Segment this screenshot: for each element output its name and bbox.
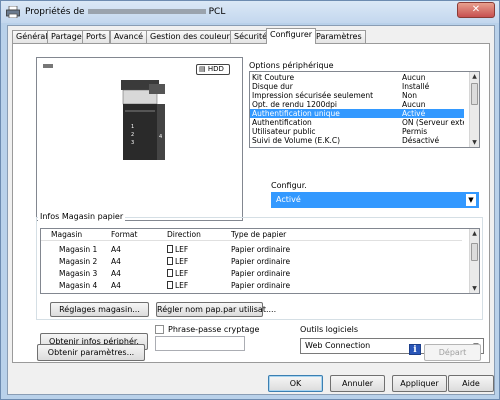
options-label: Options périphérique bbox=[249, 61, 334, 70]
tools-label: Outils logiciels bbox=[300, 325, 359, 334]
close-button[interactable]: ✕ bbox=[457, 2, 495, 18]
apply-button[interactable]: Appliquer bbox=[392, 375, 447, 392]
tray-label-3: 3 bbox=[131, 140, 134, 146]
config-label: Configur. bbox=[271, 181, 307, 190]
page-icon bbox=[167, 281, 173, 289]
option-row[interactable]: Suivi de Volume (E.K.C) Désactivé bbox=[250, 136, 464, 145]
tab-parametres[interactable]: Paramètres bbox=[312, 30, 366, 43]
configurer-panel: ▤ HDD 1 2 3 4 Options périphérique Kit C… bbox=[12, 43, 490, 363]
chevron-down-icon[interactable]: ▼ bbox=[466, 194, 476, 206]
config-select[interactable]: Activé ▼ bbox=[271, 192, 479, 208]
dialog-client: Général Partage Ports Avancé Gestion des… bbox=[7, 25, 495, 395]
magasin-scrollbar[interactable]: ▲ ▼ bbox=[469, 229, 479, 293]
scroll-down-arrow-icon[interactable]: ▼ bbox=[470, 284, 479, 293]
magasin-label: Infos Magasin papier bbox=[38, 212, 126, 221]
printer-image: 1 2 3 4 bbox=[121, 80, 165, 160]
cancel-button[interactable]: Annuler bbox=[330, 375, 385, 392]
printer-icon bbox=[6, 6, 20, 18]
scroll-up-arrow-icon[interactable]: ▲ bbox=[470, 229, 479, 238]
tab-partage[interactable]: Partage bbox=[47, 30, 86, 43]
option-row[interactable]: Kit Couture Aucun bbox=[250, 73, 464, 82]
magasin-list[interactable]: Magasin Format Direction Type de papier … bbox=[40, 228, 480, 294]
page-icon bbox=[167, 257, 173, 265]
option-row[interactable]: AuthentificationON (Serveur exte... bbox=[250, 118, 464, 127]
tray-label-1: 1 bbox=[131, 124, 134, 130]
hdd-badge: ▤ HDD bbox=[196, 64, 230, 75]
info-icon[interactable]: i bbox=[409, 344, 421, 355]
tab-configurer[interactable]: Configurer bbox=[266, 28, 317, 44]
ok-button[interactable]: OK bbox=[268, 375, 323, 392]
magasin-row[interactable]: Magasin 4 A4 LEF Papier ordinaire bbox=[41, 280, 461, 291]
magasin-row[interactable]: Magasin 1 A4 LEF Papier ordinaire bbox=[41, 244, 461, 255]
tab-avance[interactable]: Avancé bbox=[110, 30, 148, 43]
set-paper-name-button[interactable]: Régler nom pap.par utilisat.... bbox=[156, 302, 276, 317]
scroll-thumb[interactable] bbox=[471, 83, 478, 105]
option-row[interactable]: Opt. de rendu 1200dpi Aucun bbox=[250, 100, 464, 109]
col-type-papier[interactable]: Type de papier bbox=[231, 229, 286, 241]
tab-securite[interactable]: Sécurité bbox=[230, 30, 272, 43]
tray-label-2: 2 bbox=[131, 132, 134, 138]
scroll-thumb[interactable] bbox=[471, 243, 478, 261]
magasin-row[interactable]: Magasin 2 A4 LEF Papier ordinaire bbox=[41, 256, 461, 267]
option-row[interactable]: Disque dur Installé bbox=[250, 82, 464, 91]
col-direction[interactable]: Direction bbox=[167, 229, 201, 241]
col-magasin[interactable]: Magasin bbox=[51, 229, 82, 241]
passphrase-input[interactable] bbox=[155, 336, 245, 351]
tab-ports[interactable]: Ports bbox=[82, 30, 111, 43]
properties-window: Propriétés de PCL ✕ Général Partage Ports… bbox=[0, 0, 500, 400]
page-icon bbox=[167, 269, 173, 277]
passphrase-checkbox[interactable] bbox=[155, 325, 164, 334]
option-row[interactable]: Utilisateur public Permis bbox=[250, 127, 464, 136]
tab-gestion-couleurs[interactable]: Gestion des couleurs bbox=[146, 30, 238, 43]
scroll-up-arrow-icon[interactable]: ▲ bbox=[470, 72, 479, 81]
page-icon bbox=[167, 245, 173, 253]
get-parameters-button[interactable]: Obtenir paramètres... bbox=[37, 344, 145, 361]
options-list[interactable]: Kit Couture Aucun Disque dur Installé Impr… bbox=[249, 71, 480, 148]
mini-printer-icon bbox=[43, 64, 53, 68]
magasin-header: Magasin Format Direction Type de papier bbox=[41, 229, 462, 241]
help-button[interactable]: Aide bbox=[448, 375, 494, 392]
options-scrollbar[interactable]: ▲ ▼ bbox=[469, 72, 479, 147]
tray-settings-button[interactable]: Réglages magasin... bbox=[50, 302, 149, 317]
col-format[interactable]: Format bbox=[111, 229, 137, 241]
tab-general[interactable]: Général bbox=[12, 30, 52, 43]
start-button[interactable]: Départ bbox=[424, 344, 481, 361]
scroll-down-arrow-icon[interactable]: ▼ bbox=[470, 138, 479, 147]
option-row[interactable]: Impression sécurisée seulement Non bbox=[250, 91, 464, 100]
title-bar: Propriétés de PCL ✕ bbox=[1, 1, 499, 23]
passphrase-label: Phrase-passe cryptage bbox=[168, 325, 260, 334]
option-row-selected[interactable]: Authentification unique Activé bbox=[250, 109, 464, 118]
tray-label-4: 4 bbox=[159, 134, 162, 140]
window-title: Propriétés de PCL bbox=[25, 7, 226, 17]
magasin-row[interactable]: Magasin 3 A4 LEF Papier ordinaire bbox=[41, 268, 461, 279]
printer-preview: ▤ HDD 1 2 3 4 bbox=[36, 57, 243, 221]
hdd-icon: ▤ bbox=[199, 65, 206, 73]
